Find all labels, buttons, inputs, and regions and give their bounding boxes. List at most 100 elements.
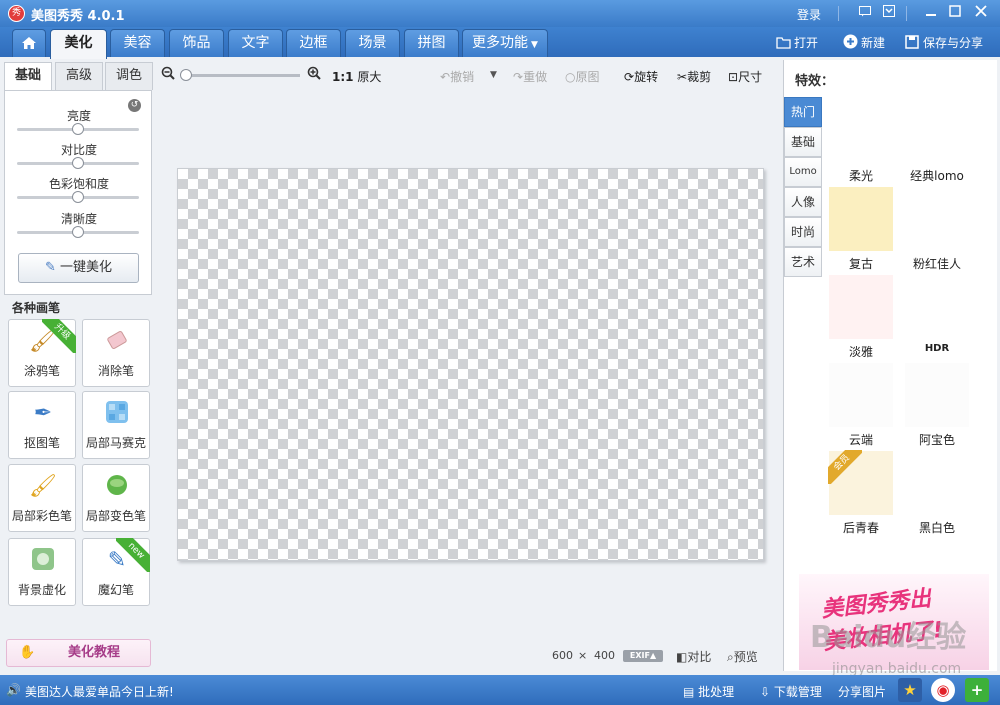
effect-label: HDR bbox=[924, 343, 950, 354]
contrast-slider[interactable] bbox=[17, 157, 139, 169]
divider bbox=[906, 6, 907, 21]
brush-cutout[interactable]: ✒ 抠图笔 bbox=[8, 391, 76, 459]
effect-cloud[interactable]: 云端 bbox=[829, 363, 897, 449]
brush-local-color[interactable]: 🖌 局部彩色笔 bbox=[8, 464, 76, 532]
add-icon[interactable]: + bbox=[965, 678, 989, 702]
tab-frame[interactable]: 边框 bbox=[286, 29, 341, 57]
zoom-knob[interactable] bbox=[180, 69, 192, 81]
weibo-icon[interactable]: ◉ bbox=[931, 678, 955, 702]
sharpness-slider[interactable] bbox=[17, 226, 139, 238]
slider-knob[interactable] bbox=[72, 123, 84, 135]
saturation-slider[interactable] bbox=[17, 191, 139, 203]
effect-pink-lady[interactable]: 粉红佳人 bbox=[905, 187, 973, 273]
category-basic[interactable]: 基础 bbox=[784, 127, 822, 157]
tab-beauty[interactable]: 美容 bbox=[110, 29, 165, 57]
subtab-basic[interactable]: 基础 bbox=[4, 62, 52, 91]
brush-mosaic[interactable]: 局部马赛克 bbox=[82, 391, 150, 459]
member-ribbon: 会员 bbox=[828, 450, 862, 484]
redo-button[interactable]: ↷重做 bbox=[513, 68, 547, 85]
effects-title: 特效： bbox=[795, 74, 835, 89]
tab-beautify[interactable]: 美化 bbox=[50, 29, 107, 59]
brush-magic[interactable]: ✎ 魔幻笔 new bbox=[82, 538, 150, 606]
sharpness-label: 清晰度 bbox=[60, 212, 97, 226]
one-key-beautify-button[interactable]: ✎ 一键美化 bbox=[18, 253, 139, 283]
zoom-out-icon[interactable] bbox=[161, 66, 175, 83]
login-link[interactable]: 登录 bbox=[797, 6, 821, 23]
open-button[interactable]: 打开 bbox=[776, 34, 818, 51]
star-icon[interactable]: ★ bbox=[898, 678, 922, 702]
original-label: 原图 bbox=[575, 70, 600, 84]
effect-elegant[interactable]: 淡雅 bbox=[829, 275, 897, 361]
subtab-advanced[interactable]: 高级 bbox=[55, 62, 103, 90]
minimize-icon[interactable] bbox=[922, 4, 940, 22]
title-bar: 秀 美图秀秀 4.0.1 登录 bbox=[0, 0, 1000, 27]
category-hot[interactable]: 热门 bbox=[784, 97, 822, 127]
batch-button[interactable]: ▤ 批处理 bbox=[683, 683, 734, 700]
brush-color-change[interactable]: 局部变色笔 bbox=[82, 464, 150, 532]
rotate-button[interactable]: ⟳旋转 bbox=[624, 68, 658, 85]
crop-button[interactable]: ✂裁剪 bbox=[677, 68, 711, 85]
original-button[interactable]: ○原图 bbox=[565, 68, 600, 85]
zoom-in-icon[interactable] bbox=[307, 66, 321, 83]
new-label: 新建 bbox=[861, 36, 886, 50]
effect-vintage[interactable]: 复古 bbox=[829, 187, 897, 273]
save-share-button[interactable]: 保存与分享 bbox=[905, 34, 983, 51]
image-width: 600 bbox=[552, 649, 573, 662]
effect-thumbnail bbox=[829, 363, 893, 427]
saturation-label: 色彩饱和度 bbox=[48, 177, 109, 191]
zoom-slider[interactable] bbox=[180, 69, 300, 81]
main-tab-bar: 美化 美容 饰品 文字 边框 场景 拼图 更多功能 ▼ 打开 新建 保存与分享 bbox=[0, 27, 1000, 59]
effect-thumbnail bbox=[905, 451, 969, 515]
effect-classic-lomo[interactable]: 经典lomo bbox=[905, 99, 973, 185]
image-canvas[interactable] bbox=[177, 168, 764, 561]
effect-black-white[interactable]: 黑白色 bbox=[905, 451, 973, 537]
brush-background-blur[interactable]: 背景虚化 bbox=[8, 538, 76, 606]
undo-history-dropdown[interactable]: ▼ bbox=[490, 70, 497, 80]
contrast-label: 对比度 bbox=[60, 143, 97, 157]
batch-icon: ▤ bbox=[683, 685, 695, 699]
compare-label: 对比 bbox=[687, 650, 712, 664]
one-key-label: 一键美化 bbox=[60, 260, 113, 275]
effect-after-youth[interactable]: 会员 后青春 bbox=[828, 450, 897, 537]
size-button[interactable]: ⊡尺寸 bbox=[728, 68, 762, 85]
rotate-label: 旋转 bbox=[634, 70, 659, 84]
category-fashion[interactable]: 时尚 bbox=[784, 217, 822, 247]
effect-hdr[interactable]: HDR bbox=[905, 275, 973, 361]
brush-doodle[interactable]: 🖌 涂鸦笔 升级 bbox=[8, 319, 76, 387]
effect-abao[interactable]: 阿宝色 bbox=[905, 363, 973, 449]
exif-button[interactable]: EXIF▲ bbox=[623, 650, 663, 662]
blur-icon bbox=[29, 547, 57, 575]
skin-icon[interactable] bbox=[880, 4, 898, 22]
app-window: 秀 美图秀秀 4.0.1 登录 美化 美容 饰品 文字 边框 场景 拼图 更多功… bbox=[0, 0, 1000, 705]
adjust-subtabs: 基础 高级 调色 bbox=[4, 60, 153, 91]
slider-knob[interactable] bbox=[72, 157, 84, 169]
subtab-color[interactable]: 调色 bbox=[105, 62, 153, 90]
slider-knob[interactable] bbox=[72, 191, 84, 203]
brightness-slider[interactable] bbox=[17, 123, 139, 135]
compare-button[interactable]: ◧对比 bbox=[676, 648, 711, 665]
undo-button[interactable]: ↶撤销 bbox=[440, 68, 474, 85]
close-icon[interactable] bbox=[972, 4, 990, 22]
message-icon[interactable] bbox=[856, 4, 874, 22]
tab-scene[interactable]: 场景 bbox=[345, 29, 400, 57]
maximize-icon[interactable] bbox=[946, 4, 964, 22]
preview-button[interactable]: ⌕预览 bbox=[727, 648, 758, 665]
new-button[interactable]: 新建 bbox=[843, 34, 885, 51]
original-size-button[interactable]: 1:1 原大 bbox=[332, 68, 381, 85]
slider-knob[interactable] bbox=[72, 226, 84, 238]
effects-panel: 特效： 热门 基础 Lomo 人像 时尚 艺术 柔光 经典lomo 复古 粉红佳… bbox=[783, 60, 997, 671]
beautify-tutorial-button[interactable]: ✋ 美化教程 bbox=[6, 639, 151, 667]
download-manager-button[interactable]: ⇩ 下载管理 bbox=[760, 683, 822, 700]
status-message[interactable]: 美图达人最爱单品今日上新! bbox=[25, 683, 174, 700]
tab-home[interactable] bbox=[12, 29, 46, 57]
watermark-text: Baidu经验 bbox=[810, 620, 967, 655]
tab-collage[interactable]: 拼图 bbox=[404, 29, 459, 57]
folder-icon bbox=[776, 36, 791, 49]
brush-eraser[interactable]: 消除笔 bbox=[82, 319, 150, 387]
effect-soft-light[interactable]: 柔光 bbox=[829, 99, 897, 185]
tab-text[interactable]: 文字 bbox=[228, 29, 283, 57]
tab-accessories[interactable]: 饰品 bbox=[169, 29, 224, 57]
share-image-button[interactable]: 分享图片 bbox=[838, 683, 886, 700]
tab-more-features[interactable]: 更多功能 ▼ bbox=[462, 29, 548, 57]
category-portrait[interactable]: 人像 bbox=[784, 187, 822, 217]
